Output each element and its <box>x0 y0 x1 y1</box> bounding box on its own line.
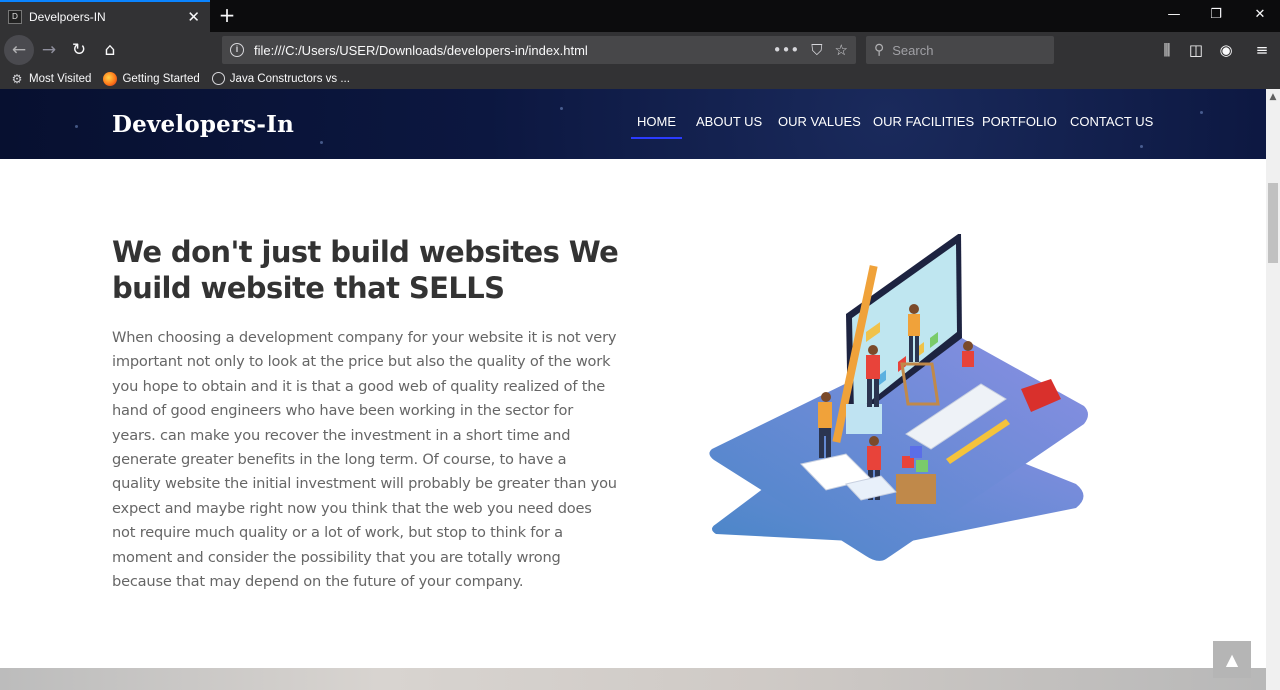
firefox-icon <box>103 71 118 86</box>
tab-strip: D Develpoers-IN ✕ + — ❐ ✕ <box>0 0 1280 32</box>
site-info-icon[interactable]: i <box>230 43 244 57</box>
home-button[interactable]: ⌂ <box>95 35 125 65</box>
header-decoration <box>320 141 323 144</box>
close-tab-icon[interactable]: ✕ <box>187 8 200 26</box>
page-actions-icon[interactable]: ••• <box>773 41 800 59</box>
header-decoration <box>1140 145 1143 148</box>
site-favicon-icon: D <box>8 10 22 24</box>
nav-our-facilities[interactable]: OUR FACILITIES <box>873 114 974 129</box>
isometric-web-development-illustration <box>709 234 1088 561</box>
close-window-icon[interactable]: ✕ <box>1240 0 1280 32</box>
bookmark-getting-started[interactable]: Getting Started <box>103 71 200 86</box>
bookmarks-toolbar: ⚙ Most Visited Getting Started Java Cons… <box>0 68 1280 89</box>
library-icon[interactable]: ⫼ <box>1153 36 1181 64</box>
search-input[interactable] <box>892 42 1033 58</box>
minimize-icon[interactable]: — <box>1154 0 1194 32</box>
header-decoration <box>560 107 563 110</box>
sidebar-icon[interactable]: ◫ <box>1182 36 1210 64</box>
search-icon: ⚲ <box>874 42 885 58</box>
back-button[interactable]: ← <box>4 35 34 65</box>
new-tab-button[interactable]: + <box>216 4 238 26</box>
header-decoration <box>75 125 78 128</box>
tab-title: Develpoers-IN <box>29 10 106 24</box>
site-logo[interactable]: Developers-In <box>112 111 294 138</box>
header-decoration <box>1200 111 1203 114</box>
reload-button[interactable]: ↻ <box>64 35 94 65</box>
scroll-up-arrow-icon[interactable]: ▲ <box>1266 89 1280 105</box>
bookmark-most-visited[interactable]: ⚙ Most Visited <box>10 71 92 86</box>
globe-icon <box>211 72 225 85</box>
account-icon[interactable]: ◉ <box>1212 36 1240 64</box>
pocket-icon[interactable]: ⛉ <box>811 41 822 59</box>
next-section-preview <box>0 668 1266 690</box>
site-header: Developers-In HOME ABOUT US OUR VALUES O… <box>0 89 1266 159</box>
nav-portfolio[interactable]: PORTFOLIO <box>982 114 1057 129</box>
search-bar[interactable]: ⚲ <box>866 36 1054 64</box>
navigation-toolbar: ← → ↻ ⌂ i file:///C:/Users/USER/Download… <box>0 32 1280 68</box>
page-scrollbar[interactable]: ▲ <box>1266 89 1280 690</box>
menu-icon[interactable]: ≡ <box>1248 36 1276 64</box>
forward-button[interactable]: → <box>34 35 64 65</box>
back-to-top-button[interactable]: ▲ <box>1213 641 1251 678</box>
address-bar[interactable]: i file:///C:/Users/USER/Downloads/develo… <box>222 36 856 64</box>
chevron-up-icon: ▲ <box>1225 650 1239 669</box>
scrollbar-thumb[interactable] <box>1268 183 1278 263</box>
hero-title: We don't just build websites We build we… <box>112 235 619 305</box>
nav-contact-us[interactable]: CONTACT US <box>1070 114 1153 129</box>
gear-icon: ⚙ <box>11 71 23 86</box>
nav-home[interactable]: HOME <box>631 114 682 139</box>
bookmark-label: Getting Started <box>122 72 200 85</box>
restore-icon[interactable]: ❐ <box>1196 0 1236 32</box>
url-text[interactable]: file:///C:/Users/USER/Downloads/develope… <box>254 43 761 58</box>
hero-description: When choosing a development company for … <box>112 329 617 591</box>
active-tab[interactable]: D Develpoers-IN ✕ <box>0 0 210 32</box>
bookmark-star-icon[interactable]: ☆ <box>835 41 848 59</box>
bookmark-label: Java Constructors vs ... <box>229 72 350 85</box>
nav-about-us[interactable]: ABOUT US <box>696 114 762 129</box>
nav-our-values[interactable]: OUR VALUES <box>778 114 861 129</box>
bookmark-label: Most Visited <box>29 72 92 85</box>
page-viewport: Developers-In HOME ABOUT US OUR VALUES O… <box>0 89 1266 690</box>
bookmark-java-constructors[interactable]: Java Constructors vs ... <box>211 72 350 85</box>
